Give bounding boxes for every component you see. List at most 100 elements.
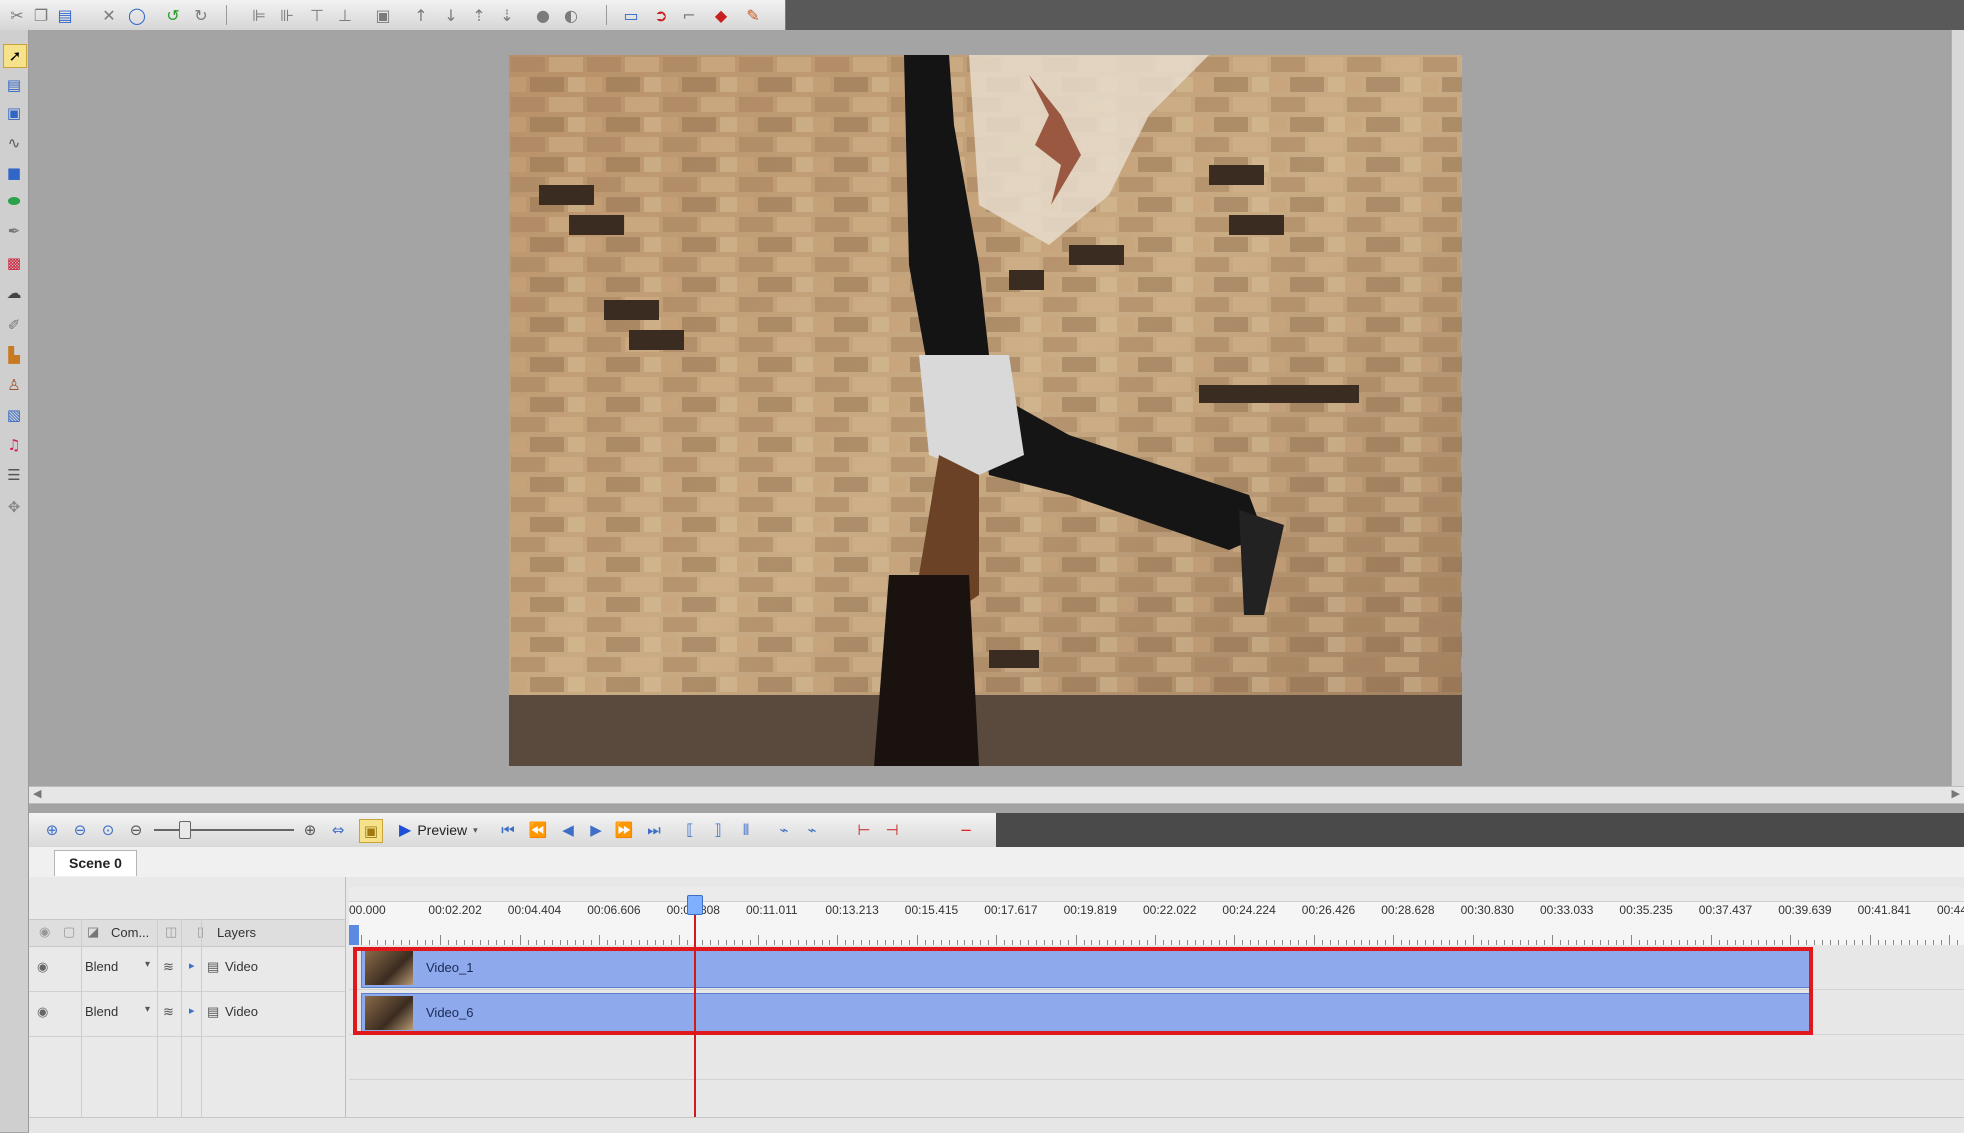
move-down-icon[interactable]: ↓ (440, 4, 462, 26)
freehand-icon[interactable]: ✐ (3, 314, 25, 336)
align-bottom-icon[interactable]: ⊥ (334, 4, 356, 26)
ellipse-icon[interactable]: ⬬ (3, 190, 25, 212)
eye-icon[interactable]: ◉ (37, 959, 48, 975)
ruler-tick-mark (440, 935, 442, 945)
select-icon[interactable]: ➚ (3, 44, 27, 68)
line-icon[interactable]: ∿ (3, 132, 25, 154)
audio-wave-icon[interactable]: ≋ (163, 1004, 174, 1020)
zoom-out-icon[interactable]: ⊖ (69, 819, 91, 841)
preview-button[interactable]: ▶ Preview ▾ (399, 819, 478, 841)
delete-icon[interactable]: ✕ (98, 4, 120, 26)
visibility-eye-icon[interactable]: ◉ (39, 924, 50, 940)
chevron-down-icon[interactable]: ▾ (145, 1004, 150, 1015)
chevron-down-icon[interactable]: ▾ (473, 825, 478, 836)
ruler-tick-mark (599, 935, 601, 945)
zoom-slider-knob[interactable] (179, 821, 191, 839)
snapshot-icon[interactable]: ▣ (359, 819, 383, 843)
link-icon[interactable]: ➲ (650, 4, 672, 26)
audio-in-icon[interactable]: ⌁ (773, 819, 795, 841)
paste-icon[interactable]: ▤ (54, 4, 76, 26)
go-end-icon[interactable]: ⏭ (643, 819, 665, 841)
text-icon[interactable]: ▤ (3, 74, 25, 96)
lock-icon[interactable]: ▢ (63, 924, 75, 940)
start-marker[interactable] (349, 925, 359, 945)
ruler-tick-label: 00:13.213 (825, 903, 879, 917)
ruler-tick-mark (1552, 935, 1553, 945)
zoom-plus-icon[interactable]: ⊕ (299, 819, 321, 841)
composite-icon: ◪ (87, 924, 100, 939)
marker-out-icon[interactable]: ⊣ (881, 819, 903, 841)
fit-width-icon[interactable]: ⇔ (327, 819, 349, 841)
split-icon[interactable]: ⫴ (735, 819, 757, 841)
chart-icon[interactable]: ▙ (3, 344, 25, 366)
audio-out-icon[interactable]: ⌁ (801, 819, 823, 841)
marker-in-icon[interactable]: ⊢ (853, 819, 875, 841)
move-up-icon[interactable]: ↑ (410, 4, 432, 26)
track-row-2[interactable]: ◉ Blend ▾ ≋ ▸ ▤ Video (29, 992, 345, 1037)
prev-frame-icon[interactable]: ⏪ (527, 819, 549, 841)
align-left-icon[interactable]: ⊫ (248, 4, 270, 26)
timeline-ruler[interactable]: 00.00000:02.20200:04.40400:06.60600:08.8… (349, 887, 1964, 945)
playhead[interactable] (694, 895, 696, 1117)
pen-icon[interactable]: ✒ (3, 220, 25, 242)
canvas-horizontal-scrollbar[interactable]: ◀ ▶ (29, 786, 1964, 804)
tab-scene-0[interactable]: Scene 0 (54, 850, 137, 876)
remove-icon[interactable]: − (955, 819, 977, 841)
step-forward-icon[interactable]: ▶ (585, 819, 607, 841)
crop-icon[interactable]: ⌐ (678, 4, 700, 26)
actor-icon[interactable]: ♙ (3, 374, 25, 396)
bracket-out-icon[interactable]: ⟧ (707, 819, 729, 841)
blend-mode[interactable]: Blend (85, 959, 118, 974)
move-back-icon[interactable]: ⇣ (496, 4, 518, 26)
blend-mode[interactable]: Blend (85, 1004, 118, 1019)
music-icon[interactable]: ♫ (3, 434, 25, 456)
subtitle-icon[interactable]: ▩ (3, 252, 25, 274)
step-back-icon[interactable]: ◀ (557, 819, 579, 841)
scroll-left-arrow-icon[interactable]: ◀ (33, 787, 41, 800)
align-top-icon[interactable]: ⊤ (306, 4, 328, 26)
chevron-down-icon[interactable]: ▾ (145, 959, 150, 970)
eye-icon[interactable]: ◉ (37, 1004, 48, 1020)
move-icon[interactable]: ✥ (3, 496, 25, 518)
ungroup-icon[interactable]: ◐ (560, 4, 582, 26)
ruler-tick-label: 00.000 (349, 903, 386, 917)
image-icon[interactable]: ▧ (3, 404, 25, 426)
move-front-icon[interactable]: ⇡ (468, 4, 490, 26)
track-options-icon[interactable]: ▸ (189, 959, 195, 972)
playhead-handle[interactable] (687, 895, 703, 915)
caption-icon[interactable]: ☰ (3, 464, 25, 486)
track-options-icon[interactable]: ▸ (189, 1004, 195, 1017)
align-right-icon[interactable]: ⊪ (276, 4, 298, 26)
ruler-tick-label: 00:17.617 (984, 903, 1038, 917)
record-icon[interactable]: ◯ (126, 4, 148, 26)
ruler-tick-mark (1313, 935, 1315, 945)
next-frame-icon[interactable]: ⏩ (613, 819, 635, 841)
bracket-in-icon[interactable]: ⟦ (679, 819, 701, 841)
zoom-slider-track[interactable] (154, 829, 294, 831)
cut-icon[interactable]: ✂ (6, 4, 28, 26)
zoom-minus-icon[interactable]: ⊖ (125, 819, 147, 841)
redo-icon[interactable]: ↻ (190, 4, 212, 26)
canvas-vertical-scrollbar[interactable] (1951, 30, 1964, 790)
rectangle-icon[interactable]: ■ (3, 162, 25, 184)
go-start-icon[interactable]: ⏮ (497, 819, 519, 841)
copy-icon[interactable]: ❐ (30, 4, 52, 26)
brush-icon[interactable]: ✎ (742, 4, 764, 26)
video-preview-frame[interactable] (509, 55, 1462, 766)
callout-icon[interactable]: ▣ (3, 102, 25, 124)
ruler-tick-label: 00:41.841 (1857, 903, 1911, 917)
speech-bubble-icon[interactable]: ☁ (3, 282, 25, 304)
fit-icon[interactable]: ▣ (372, 4, 394, 26)
scroll-right-arrow-icon[interactable]: ▶ (1952, 787, 1960, 800)
group-icon[interactable]: ● (532, 4, 554, 26)
track-row-1[interactable]: ◉ Blend ▾ ≋ ▸ ▤ Video (29, 947, 345, 992)
zoom-fit-icon[interactable]: ⊙ (97, 819, 119, 841)
ruler-tick-mark (1234, 935, 1236, 945)
timeline-horizontal-scrollbar[interactable] (29, 1117, 1964, 1133)
composite-column-label[interactable]: Com... (111, 925, 149, 940)
undo-icon[interactable]: ↺ (162, 4, 184, 26)
marker-icon[interactable]: ◆ (710, 4, 732, 26)
preview-screen-icon[interactable]: ▭ (620, 4, 642, 26)
audio-wave-icon[interactable]: ≋ (163, 959, 174, 975)
zoom-in-icon[interactable]: ⊕ (41, 819, 63, 841)
